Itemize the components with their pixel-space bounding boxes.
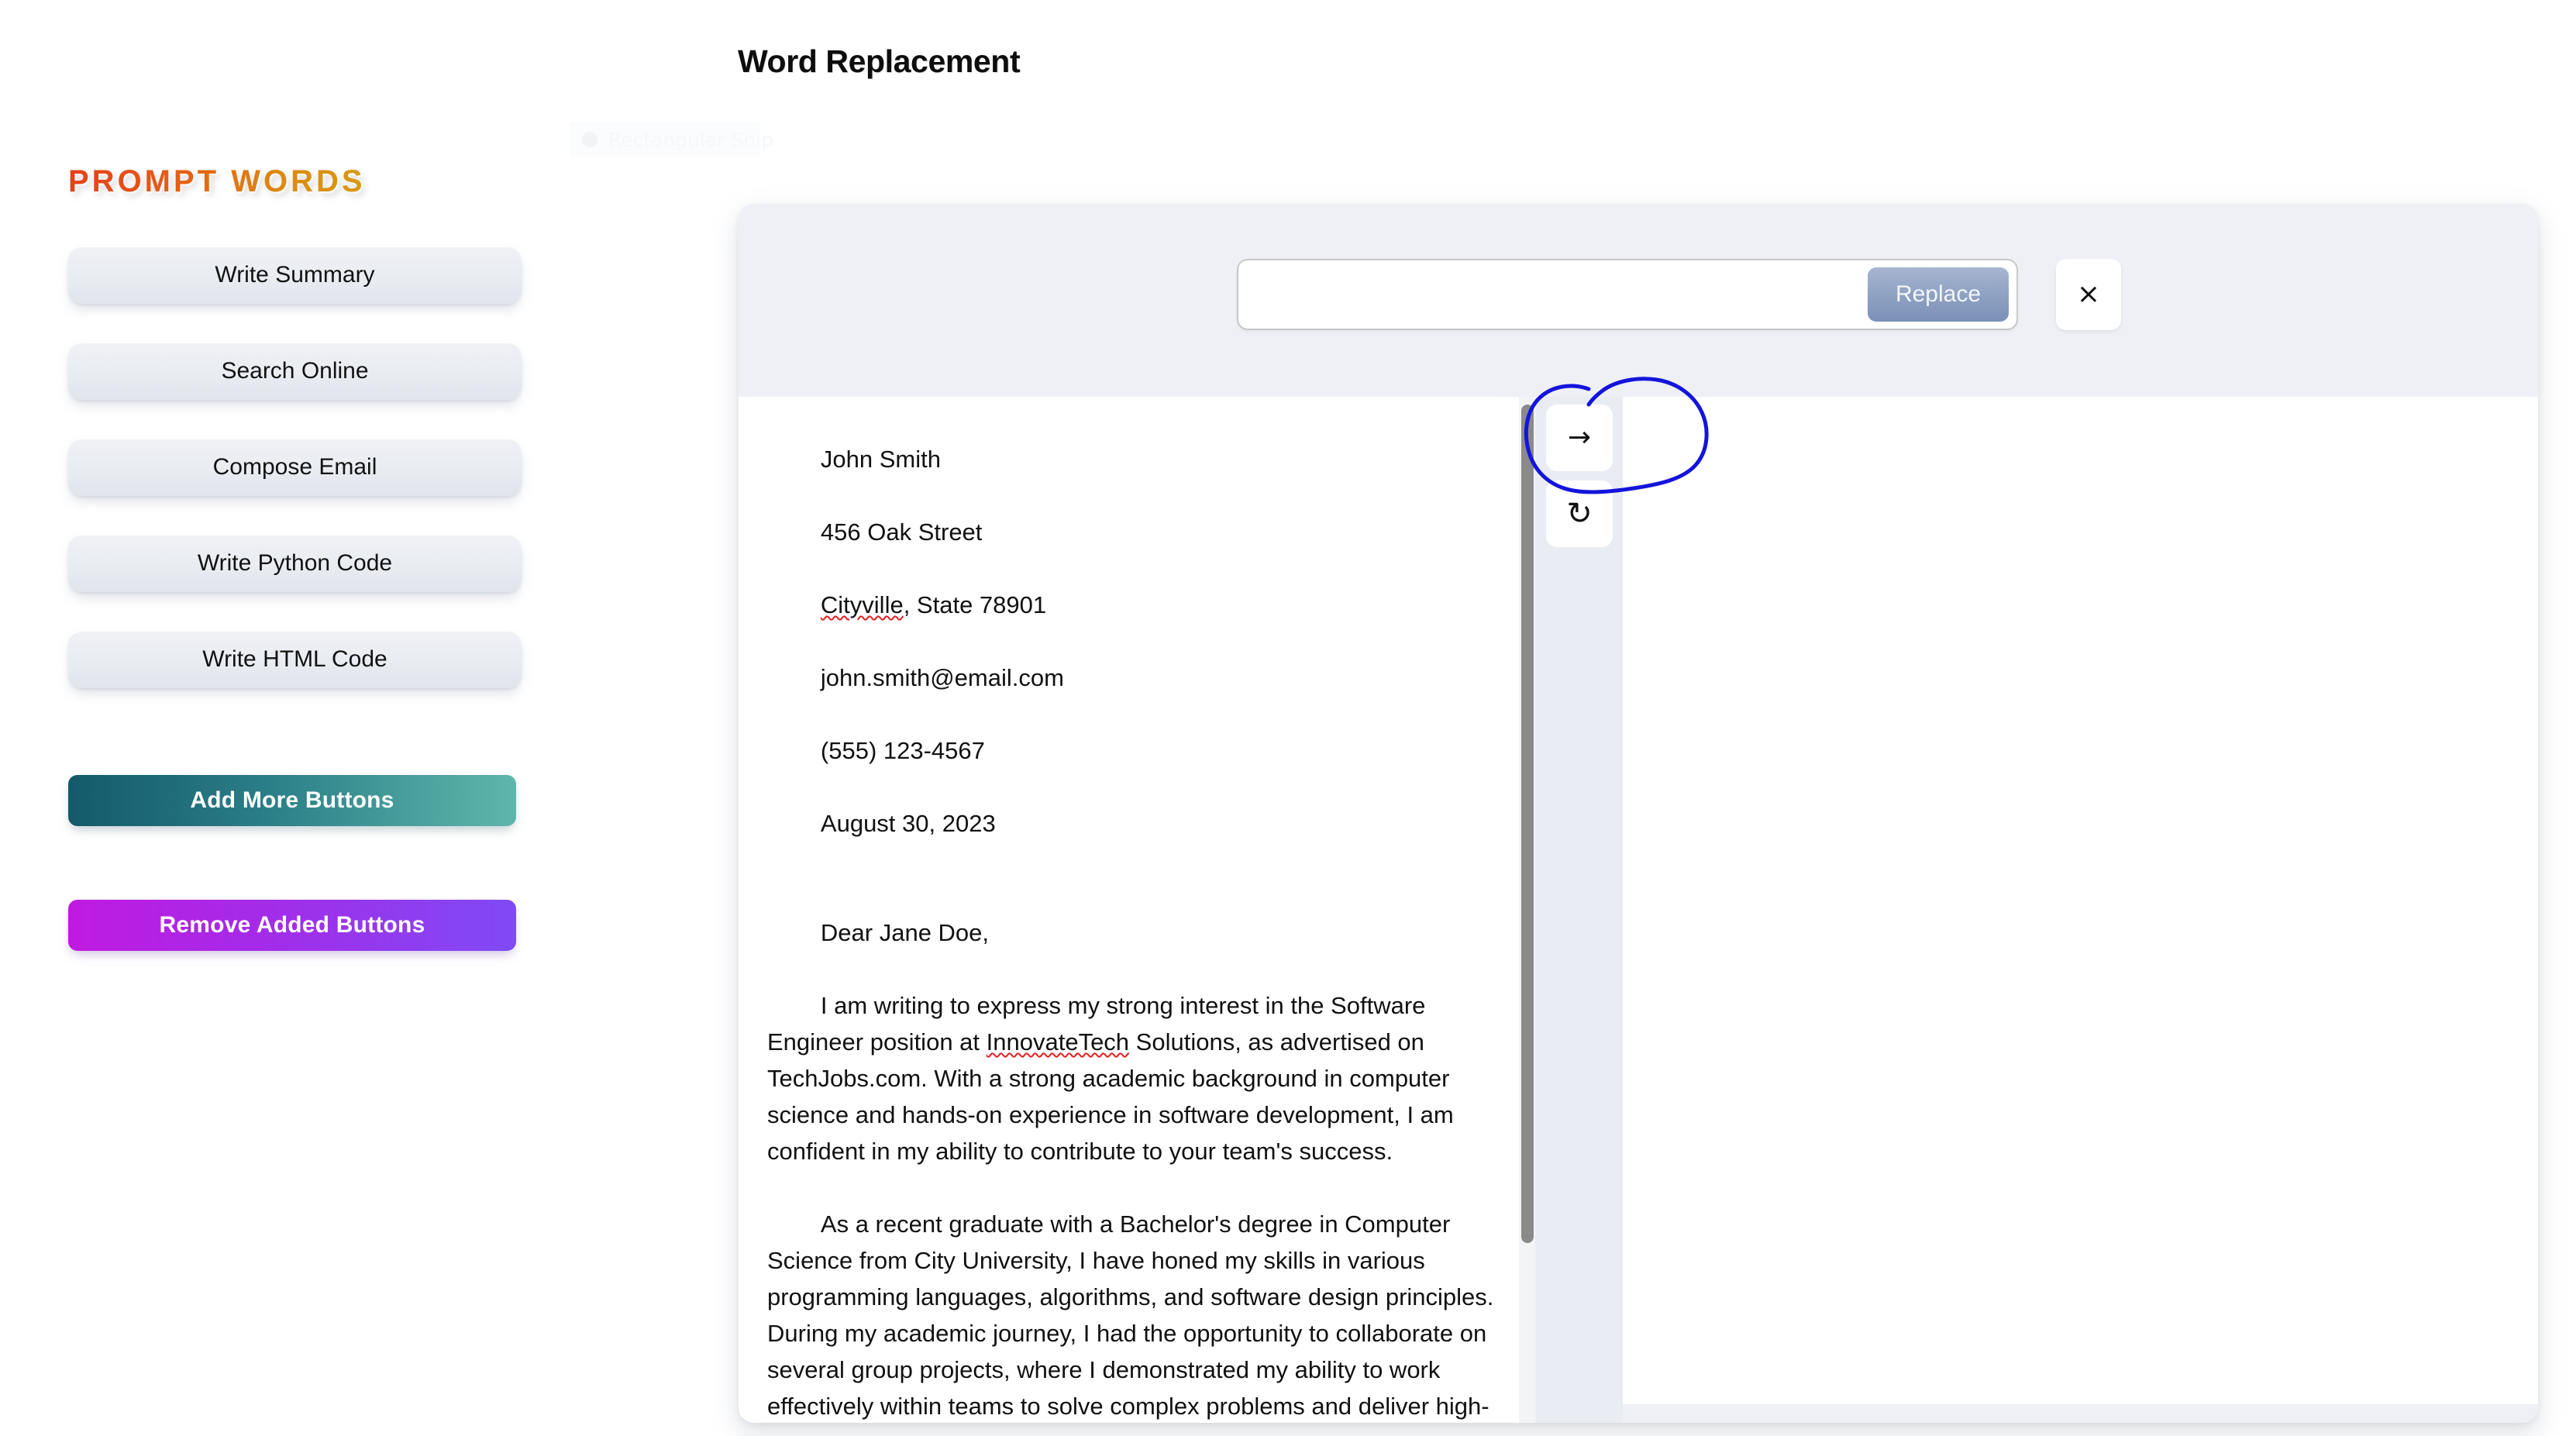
prompt-button-write-summary[interactable]: Write Summary	[68, 246, 522, 304]
circle-icon	[582, 132, 598, 147]
snip-tool-ghost-overlay: Rectangular Snip	[570, 122, 773, 157]
doc-street: 456 Oak Street	[820, 518, 983, 546]
prompt-button-write-python-code[interactable]: Write Python Code	[68, 535, 522, 592]
doc-sender-name: John Smith	[820, 446, 941, 473]
replace-button[interactable]: Replace	[1868, 267, 2009, 322]
doc-phone: (555) 123-4567	[820, 737, 985, 764]
prompt-button-search-online[interactable]: Search Online	[68, 343, 522, 400]
result-pane[interactable]	[1623, 397, 2538, 1404]
page-title: Word Replacement	[738, 43, 1021, 79]
prompt-button-write-html-code[interactable]: Write HTML Code	[68, 631, 522, 688]
snip-tool-ghost-label: Rectangular Snip	[608, 128, 774, 151]
next-match-arrow-icon[interactable]: →	[1546, 405, 1613, 471]
doc-email: john.smith@email.com	[820, 664, 1064, 691]
doc-para2: As a recent graduate with a Bachelor's d…	[767, 1210, 1494, 1420]
replace-toolbar: Replace ×	[739, 204, 2538, 397]
tool-strip: → ↻	[1536, 397, 1623, 1423]
replace-input[interactable]	[1238, 260, 1874, 329]
reset-refresh-icon[interactable]: ↻	[1546, 480, 1613, 547]
prompt-buttons-list: Write Summary Search Online Compose Emai…	[68, 246, 522, 727]
sidebar-heading: PROMPT WORDS	[68, 164, 366, 198]
document-scrollbar-thumb[interactable]	[1521, 405, 1534, 1243]
add-more-buttons-button[interactable]: Add More Buttons	[68, 775, 516, 826]
remove-added-buttons-button[interactable]: Remove Added Buttons	[68, 900, 516, 951]
content-band: John Smith 456 Oak Street Cityville, Sta…	[739, 397, 2538, 1423]
replace-field-container: Replace	[1237, 259, 2018, 330]
close-icon[interactable]: ×	[2056, 259, 2121, 330]
doc-salutation: Dear Jane Doe,	[820, 919, 990, 946]
document-pane[interactable]: John Smith 456 Oak Street Cityville, Sta…	[739, 397, 1534, 1423]
word-replacement-panel: Replace × John Smith 456 Oak Street City…	[739, 204, 2538, 1423]
prompt-button-compose-email[interactable]: Compose Email	[68, 439, 522, 496]
doc-para1-misspelled: InnovateTech	[986, 1028, 1130, 1055]
doc-city-misspelled: Cityville	[820, 591, 904, 618]
doc-date: August 30, 2023	[820, 810, 996, 837]
sidebar: PROMPT WORDS Write Summary Search Online…	[0, 0, 542, 1436]
doc-city-rest: , State 78901	[903, 591, 1047, 618]
document-text[interactable]: John Smith 456 Oak Street Cityville, Sta…	[767, 405, 1511, 1423]
sidebar-action-group: Add More Buttons Remove Added Buttons	[68, 775, 516, 951]
